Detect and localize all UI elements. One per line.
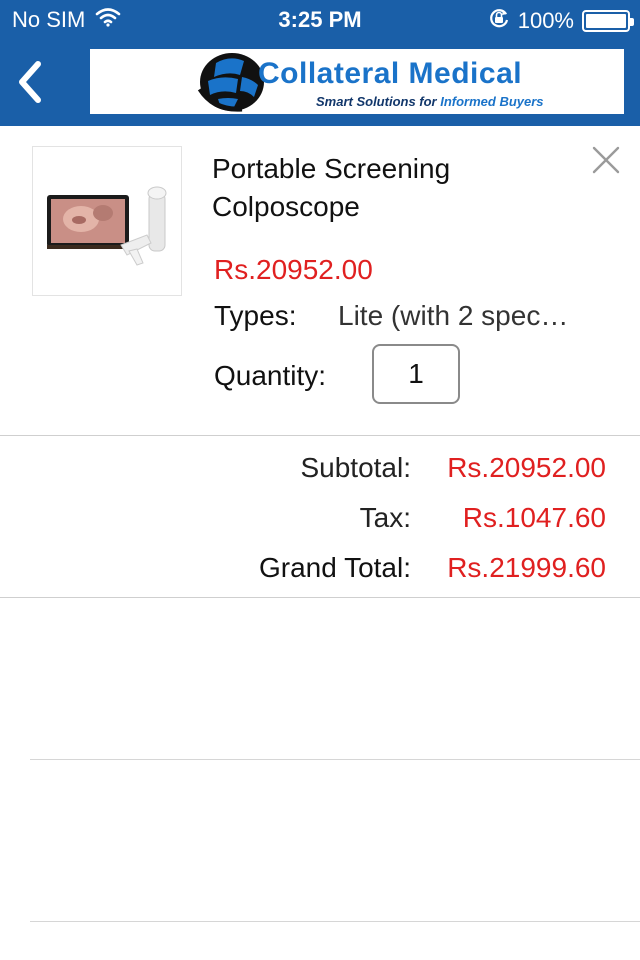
subtotal-label: Subtotal: [300,452,411,483]
status-bar: No SIM 3:25 PM 100% [0,0,640,40]
list-divider [30,759,640,760]
grand-total-row: Grand Total: Rs.21999.60 [111,548,606,588]
quantity-label: Quantity: [214,360,327,391]
close-icon [592,146,620,174]
order-totals: Subtotal: Rs.20952.00 Tax: Rs.1047.60 Gr… [0,436,640,598]
remove-item-button[interactable] [588,142,624,178]
product-thumbnail[interactable] [32,146,182,296]
subtotal-row: Subtotal: Rs.20952.00 [111,448,606,488]
orientation-lock-icon [488,7,510,35]
grand-total-value: Rs.21999.60 [447,552,606,583]
product-name[interactable]: Portable Screening Colposcope [212,150,572,226]
battery-percent: 100% [517,8,574,33]
chevron-left-icon [19,61,41,103]
product-price: Rs.20952.00 [214,254,373,285]
logo-tagline: Smart Solutions for Informed Buyers [316,94,544,109]
types-value: Lite (with 2 specula) [338,300,578,331]
tax-row: Tax: Rs.1047.60 [111,498,606,538]
subtotal-value: Rs.20952.00 [447,452,606,483]
back-button[interactable] [10,56,54,108]
status-right: 100% [488,7,634,35]
globe-logo-icon [197,53,264,112]
grand-total-label: Grand Total: [258,552,411,583]
list-divider [30,921,640,922]
app-header: No SIM 3:25 PM 100% Collateral Medical S… [0,0,640,126]
logo-title: Collateral Medical [258,57,523,90]
types-label: Types: [214,300,297,331]
quantity-input[interactable] [372,344,460,404]
cart-item: Portable Screening Colposcope Rs.20952.0… [0,126,640,436]
tax-label: Tax: [359,502,411,533]
logo-tagline-accent: Informed Buyers [440,94,544,109]
tax-value: Rs.1047.60 [462,502,606,533]
logo-tagline-start: Smart Solutions for [316,94,441,109]
brand-logo: Collateral Medical Smart Solutions for I… [90,49,624,114]
battery-icon [582,10,634,32]
battery-fill [586,14,626,28]
colposcope-image [47,186,167,266]
